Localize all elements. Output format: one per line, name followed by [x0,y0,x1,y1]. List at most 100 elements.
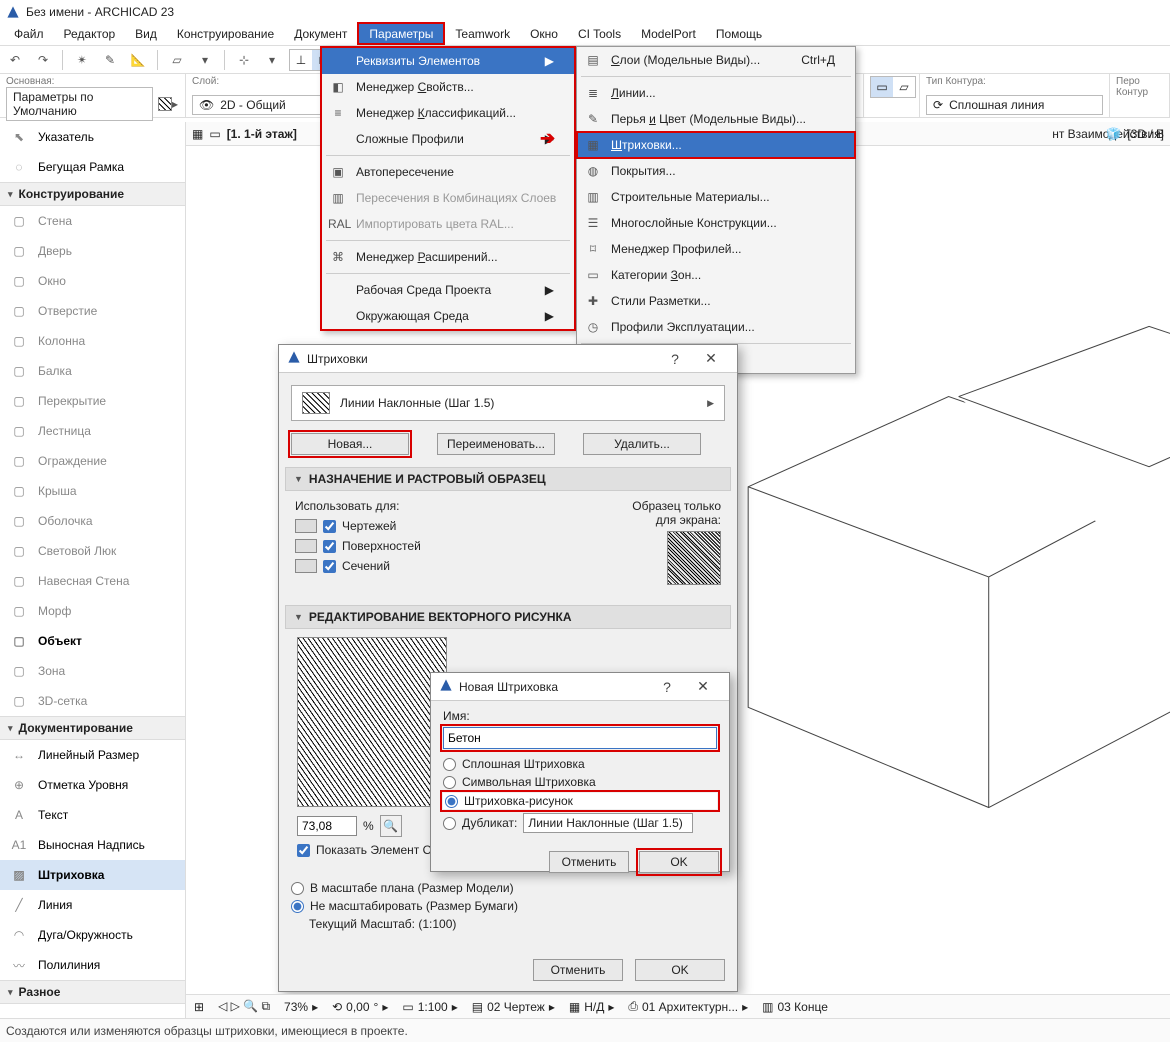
geometry-toggle[interactable]: ▭▱ [870,76,916,98]
default-settings-button[interactable]: Параметры по Умолчанию [6,87,153,121]
menu-item[interactable]: ⌑Менеджер Профилей... [577,236,855,262]
menu-item[interactable]: ▤Слои (Модельные Виды)...Ctrl+Д [577,47,855,73]
delete-button[interactable]: Удалить... [583,433,701,455]
menu-файл[interactable]: Файл [4,24,54,45]
menu-item[interactable]: ▭Категории Зон... [577,262,855,288]
hatch-method-icon[interactable]: ▸ [157,93,179,115]
tool-Дуга/Окружность[interactable]: ◠Дуга/Окружность [0,920,185,950]
close-icon[interactable]: ✕ [685,678,721,695]
grid-snap-icon[interactable]: ⊹ [233,49,255,71]
menu-документ[interactable]: Документ [284,24,357,45]
tool-Крыша[interactable]: ▢Крыша [0,476,185,506]
help-icon[interactable]: ? [657,351,693,367]
ok-button[interactable]: OK [639,851,719,873]
tool-Штриховка[interactable]: ▨Штриховка [0,860,185,890]
tool-Навесная Стена[interactable]: ▢Навесная Стена [0,566,185,596]
toolbox-section[interactable]: ▾Разное [0,980,185,1004]
menu-item[interactable]: Сложные Профили▶ [322,126,574,152]
trace-dropdown-icon[interactable]: ▾ [194,49,216,71]
tool-Стена[interactable]: ▢Стена [0,206,185,236]
grid-view-icon[interactable]: ▦ [192,127,203,141]
radio-solid[interactable] [443,758,456,771]
chk-cover[interactable] [323,540,336,553]
toolbox-section[interactable]: ▾Конструирование [0,182,185,206]
menu-item[interactable]: ◷Профили Эксплуатации... [577,314,855,340]
na-value[interactable]: Н/Д [584,1000,604,1014]
tool-Отверстие[interactable]: ▢Отверстие [0,296,185,326]
tool-Ограждение[interactable]: ▢Ограждение [0,446,185,476]
tool-Выносная Надпись[interactable]: A1Выносная Надпись [0,830,185,860]
tool-Балка[interactable]: ▢Балка [0,356,185,386]
redo-icon[interactable]: ↷ [32,49,54,71]
menu-item[interactable]: ✚Стили Разметки... [577,288,855,314]
tool-Лестница[interactable]: ▢Лестница [0,416,185,446]
tool-Колонна[interactable]: ▢Колонна [0,326,185,356]
cancel-button[interactable]: Отменить [533,959,623,981]
rename-button[interactable]: Переименовать... [437,433,555,455]
scale-input[interactable] [297,816,357,836]
ruler-icon[interactable]: 📐 [127,49,149,71]
angle-value[interactable]: 0,00 [346,1000,369,1014]
snap-dropdown-icon[interactable]: ▾ [261,49,283,71]
view3d-tab[interactable]: 🧊 [3D / В [1100,122,1170,146]
menu-помощь[interactable]: Помощь [706,24,772,45]
menu-modelport[interactable]: ModelPort [631,24,706,45]
new-button[interactable]: Новая... [291,433,409,455]
tool-Окно[interactable]: ▢Окно [0,266,185,296]
chk-cut[interactable] [323,560,336,573]
tool-3D-сетка[interactable]: ▢3D-сетка [0,686,185,716]
radio-duplicate[interactable] [443,817,456,830]
tool-Линия[interactable]: ╱Линия [0,890,185,920]
menu-item[interactable]: Реквизиты Элементов▶ [322,48,574,74]
menu-item[interactable]: ⌘Менеджер Расширений... [322,244,574,270]
menu-параметры[interactable]: Параметры [357,22,445,45]
menu-item[interactable]: ✎Перья и Цвет (Модельные Виды)... [577,106,855,132]
pick-icon[interactable]: ✴ [71,49,93,71]
menu-вид[interactable]: Вид [125,24,167,45]
zoom-value[interactable]: 73% [284,1000,308,1014]
menu-item[interactable]: ◧Менеджер Свойств... [322,74,574,100]
menu-item[interactable]: ☰Многослойные Конструкции... [577,210,855,236]
cancel-button[interactable]: Отменить [549,851,629,873]
tool-Бегущая Рамка[interactable]: ◌Бегущая Рамка [0,152,185,182]
penset-value[interactable]: 01 Архитектурн... [642,1000,738,1014]
undo-icon[interactable]: ↶ [4,49,26,71]
menu-item[interactable]: ▦Штриховки... [577,132,855,158]
help-icon[interactable]: ? [649,679,685,695]
name-input[interactable] [443,727,717,749]
menu-item[interactable]: Окружающая Среда▶ [322,303,574,329]
zoom-icon[interactable]: 🔍 [380,815,402,837]
menu-item[interactable]: ≣Линии... [577,80,855,106]
menu-редактор[interactable]: Редактор [54,24,126,45]
contour-type-selector[interactable]: ⟳Сплошная линия [926,95,1103,115]
tool-Зона[interactable]: ▢Зона [0,656,185,686]
chk-drafting[interactable] [323,520,336,533]
layer-combo[interactable]: 02 Чертеж [487,1000,545,1014]
tool-Отметка Уровня[interactable]: ⊕Отметка Уровня [0,770,185,800]
menu-item[interactable]: ≡Менеджер Классификаций... [322,100,574,126]
tool-Линейный Размер[interactable]: ↔Линейный Размер [0,740,185,770]
tool-Морф[interactable]: ▢Морф [0,596,185,626]
view-icon[interactable]: ▱ [166,49,188,71]
tool-Оболочка[interactable]: ▢Оболочка [0,506,185,536]
menu-item[interactable]: ▥Строительные Материалы... [577,184,855,210]
menu-item[interactable]: ▣Автопересечение [322,159,574,185]
tool-Полилиния[interactable]: 〰Полилиния [0,950,185,980]
menu-конструирование[interactable]: Конструирование [167,24,284,45]
menu-окно[interactable]: Окно [520,24,568,45]
toolbox-section[interactable]: ▾Документирование [0,716,185,740]
radio-image[interactable] [445,795,458,808]
radio-model-scale[interactable] [291,882,304,895]
section-usage[interactable]: ▼НАЗНАЧЕНИЕ И РАСТРОВЫЙ ОБРАЗЕЦ [285,467,731,491]
ok-button[interactable]: OK [635,959,725,981]
eyedrop-icon[interactable]: ✎ [99,49,121,71]
chk-show-element[interactable] [297,844,310,857]
radio-paper-scale[interactable] [291,900,304,913]
tool-Указатель[interactable]: ⬉Указатель [0,122,185,152]
menu-item[interactable]: ◍Покрытия... [577,158,855,184]
tool-Перекрытие[interactable]: ▢Перекрытие [0,386,185,416]
concept-value[interactable]: 03 Конце [778,1000,828,1014]
duplicate-source[interactable]: Линии Наклонные (Шаг 1.5) [523,813,693,833]
tool-Объект[interactable]: ▢Объект [0,626,185,656]
section-vector[interactable]: ▼РЕДАКТИРОВАНИЕ ВЕКТОРНОГО РИСУНКА [285,605,731,629]
